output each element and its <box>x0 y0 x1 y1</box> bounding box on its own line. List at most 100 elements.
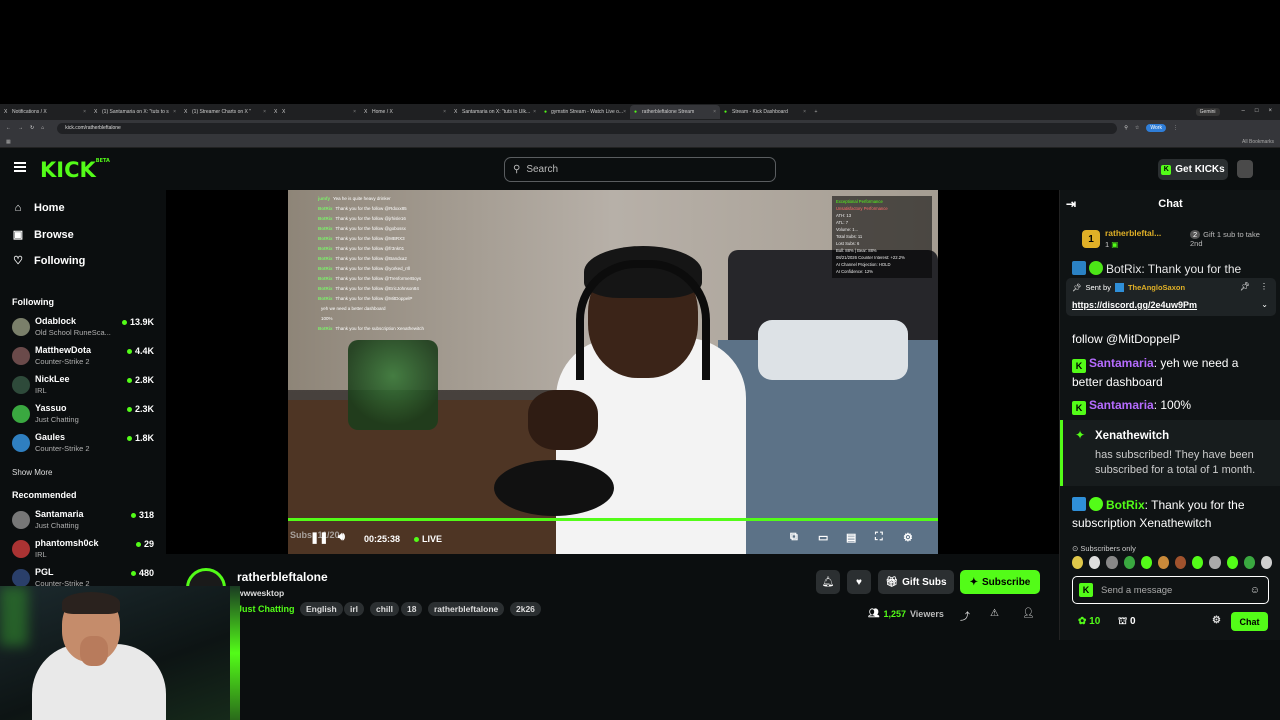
live-indicator[interactable]: LIVE <box>414 534 442 544</box>
chevron-down-icon[interactable]: ⌄ <box>1261 300 1268 309</box>
menu-dots-icon[interactable]: ⋮ <box>1173 125 1178 131</box>
url-field[interactable]: kick.com/ratherbleftalone <box>57 122 1118 134</box>
channel-name-title[interactable]: ratherbleftalone <box>237 570 328 584</box>
chat-username[interactable]: Santamaria <box>1089 356 1154 370</box>
browser-tab[interactable]: ● Stream - Kick Dashboard × <box>720 105 810 119</box>
discord-link[interactable]: https://discord.gg/2e4uw9Pm <box>1072 300 1197 310</box>
show-more-link[interactable]: Show More <box>12 468 52 477</box>
more-options-icon[interactable]: ⋮ <box>1260 282 1268 291</box>
progress-bar[interactable] <box>288 518 938 521</box>
emote-icon[interactable] <box>1175 556 1187 569</box>
tag-chip[interactable]: chill <box>370 602 400 616</box>
pinned-message[interactable]: 📌︎ Sent by TheAngloSaxon https://discord.g… <box>1066 278 1276 316</box>
close-icon[interactable]: × <box>263 109 266 115</box>
recommended-channel[interactable]: phantomsh0ck IRL 29 <box>12 536 158 564</box>
chat-message-input[interactable]: K Send a message ☺ <box>1072 576 1269 604</box>
browser-tab[interactable]: X (1) Santamaria on X: "tuts to s × <box>90 105 180 119</box>
browser-tab[interactable]: X X × <box>270 105 360 119</box>
sidebar-item-browse[interactable]: ▣ Browse <box>12 228 74 242</box>
gift-to-take-2nd[interactable]: 2 Gift 1 sub to take 2nd <box>1190 230 1270 248</box>
chat-settings-icon[interactable]: ⚙ <box>1212 615 1221 626</box>
video-player[interactable]: jumfy Yea he is quite heavy drinker BotRi… <box>166 190 1059 554</box>
followed-channel[interactable]: Gaules Counter-Strike 2 1.8K <box>12 430 158 458</box>
gift-leaderboard[interactable]: 1 ratherbleftal... 1 ▣ 2 Gift 1 sub to ta… <box>1060 220 1280 260</box>
stream-category-link[interactable]: Just Chatting <box>237 604 295 614</box>
fullscreen-icon[interactable]: ⛶ <box>875 531 883 544</box>
browser-tab[interactable]: X Home / X × <box>360 105 450 119</box>
tag-chip[interactable]: ratherbleftalone <box>428 602 505 616</box>
reload-icon[interactable]: ↻ <box>30 125 34 131</box>
close-icon[interactable]: × <box>443 109 446 115</box>
sidebar-item-home[interactable]: ⌂ Home <box>12 202 65 214</box>
close-icon[interactable]: × <box>173 109 176 115</box>
avatar[interactable] <box>1237 160 1253 178</box>
notification-bell-button[interactable]: 🔔︎ <box>816 570 840 594</box>
channel-points[interactable]: ✿ 10 <box>1078 616 1100 627</box>
emoji-icon[interactable]: ☺ <box>1250 585 1260 596</box>
close-window-icon[interactable]: × <box>1268 108 1272 116</box>
chat-username[interactable]: BotRix <box>1106 498 1145 512</box>
forward-icon[interactable]: → <box>18 125 23 131</box>
subscriber-name[interactable]: Xenathewitch <box>1095 430 1169 442</box>
close-icon[interactable]: × <box>83 109 86 115</box>
store-points[interactable]: ⛫ 0 <box>1118 616 1136 629</box>
kick-logo[interactable]: KICKBETA <box>40 158 110 182</box>
theater-mode-icon[interactable]: ▤ <box>846 531 856 544</box>
new-tab-button[interactable]: + <box>810 109 822 115</box>
subscribe-button[interactable]: ✦ Subscribe <box>960 570 1040 594</box>
kick-emote-icon[interactable]: K <box>1079 583 1093 597</box>
emote-icon[interactable] <box>1106 556 1118 569</box>
gift-subs-button[interactable]: 🎁︎ Gift Subs <box>878 570 954 594</box>
pause-icon[interactable]: ❚❚ <box>310 531 328 544</box>
emote-icon[interactable] <box>1243 556 1255 569</box>
followed-channel[interactable]: NickLee IRL 2.8K <box>12 372 158 400</box>
apps-icon[interactable]: ▦ <box>6 139 11 145</box>
close-icon[interactable]: × <box>713 109 716 115</box>
followed-channel[interactable]: Yassuo Just Chatting 2.3K <box>12 401 158 429</box>
video-frame[interactable]: jumfy Yea he is quite heavy drinker BotRi… <box>288 190 938 554</box>
recommended-channel[interactable]: Santamaria Just Chatting 318 <box>12 507 158 535</box>
profile-work-badge[interactable]: Work <box>1146 124 1166 132</box>
chat-username[interactable]: Santamaria <box>1089 398 1154 412</box>
unpin-icon[interactable]: 📌︎ <box>1240 282 1250 291</box>
home-nav-icon[interactable]: ⌂ <box>41 125 44 131</box>
emote-icon[interactable] <box>1123 556 1135 569</box>
emote-icon[interactable] <box>1072 556 1084 569</box>
sidebar-item-following[interactable]: ♡ Following <box>12 254 85 268</box>
followed-channel[interactable]: Odablock Old School RuneSca... 13.9K <box>12 314 158 342</box>
emote-icon[interactable] <box>1260 556 1273 569</box>
hamburger-menu-icon[interactable] <box>14 162 26 172</box>
pip-icon[interactable]: ▭ <box>818 531 828 544</box>
search-input[interactable]: ⚲ Search <box>504 157 776 182</box>
collapse-chat-icon[interactable]: ⇥ <box>1066 197 1076 211</box>
browser-tab[interactable]: X Notifications / X × <box>0 105 90 119</box>
browser-tab-active[interactable]: ● ratherbleftalone Stream × <box>630 105 720 119</box>
close-icon[interactable]: × <box>803 109 806 115</box>
gemini-button[interactable]: Gemini <box>1195 108 1220 116</box>
back-icon[interactable]: ← <box>6 125 11 131</box>
emote-icon[interactable] <box>1140 556 1152 569</box>
followed-channel[interactable]: MatthewDota Counter-Strike 2 4.4K <box>12 343 158 371</box>
send-chat-button[interactable]: Chat <box>1231 612 1268 631</box>
tag-chip[interactable]: English <box>300 602 343 616</box>
emote-icon[interactable] <box>1192 556 1204 569</box>
close-icon[interactable]: × <box>353 109 356 115</box>
tag-chip[interactable]: 18 <box>401 602 423 616</box>
browser-tab[interactable]: ● gymstin Stream - Watch Live o... × <box>540 105 630 119</box>
emote-icon[interactable] <box>1157 556 1170 569</box>
share-icon[interactable]: ⤴ <box>960 608 970 623</box>
close-icon[interactable]: × <box>533 109 536 115</box>
browser-tab[interactable]: X Santamaria on X: "tuts to Ulk... × <box>450 105 540 119</box>
browser-tab[interactable]: X (1) Streamer Charts on X " × <box>180 105 270 119</box>
minimize-icon[interactable]: – <box>1242 108 1245 116</box>
host-icon[interactable]: 👤︎ <box>1022 608 1035 619</box>
get-kicks-button[interactable]: K Get KICKs <box>1158 159 1228 180</box>
star-icon[interactable]: ☆ <box>1135 125 1139 131</box>
clip-icon[interactable]: ⧉ <box>790 531 798 544</box>
tag-chip[interactable]: 2k26 <box>510 602 541 616</box>
zoom-icon[interactable]: ⚲ <box>1124 125 1128 131</box>
emote-icon[interactable] <box>1089 556 1101 569</box>
report-icon[interactable]: ⚠ <box>990 608 999 619</box>
all-bookmarks[interactable]: All Bookmarks <box>1242 139 1274 145</box>
maximize-icon[interactable]: □ <box>1255 108 1259 116</box>
